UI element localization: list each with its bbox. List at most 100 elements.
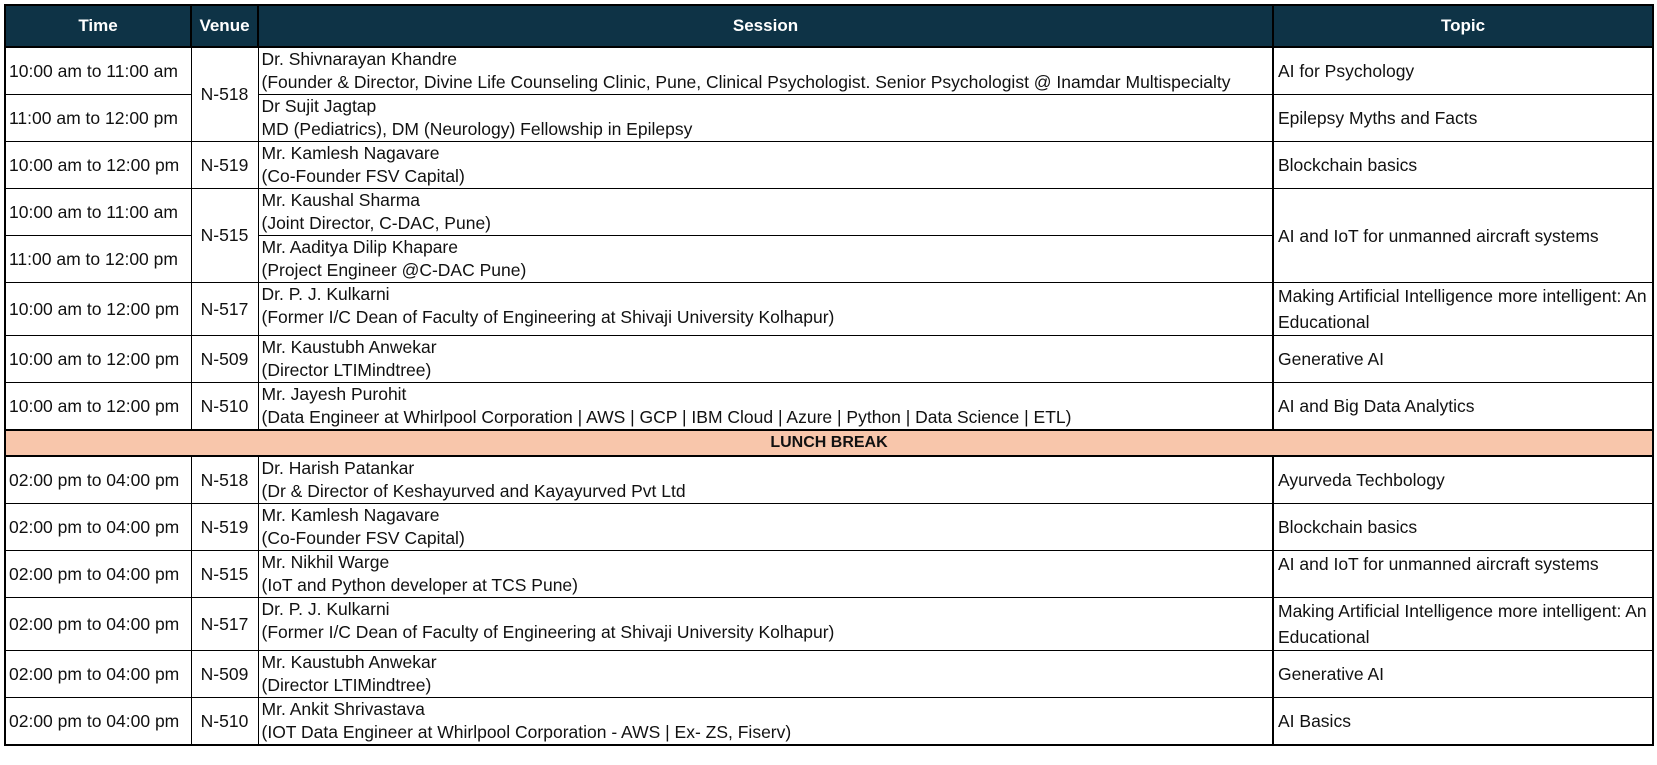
speaker-name: Mr. Kaustubh Anwekar bbox=[261, 337, 437, 357]
speaker-name: Dr Sujit Jagtap bbox=[261, 96, 377, 116]
speaker-name: Mr. Kamlesh Nagavare bbox=[261, 505, 440, 525]
speaker-affiliation: (Founder & Director, Divine Life Counsel… bbox=[261, 72, 1231, 92]
topic-cell: AI for Psychology bbox=[1272, 46, 1654, 95]
table-row: 02:00 pm to 04:00 pm N-515 Mr. Nikhil Wa… bbox=[4, 550, 1654, 598]
topic-cell: Generative AI bbox=[1272, 335, 1654, 383]
topic-cell: Ayurveda Techbology bbox=[1272, 455, 1654, 504]
speaker-name: Mr. Kaushal Sharma bbox=[261, 190, 421, 210]
speaker-affiliation: (Data Engineer at Whirlpool Corporation … bbox=[261, 407, 1072, 427]
column-header-time: Time bbox=[4, 4, 192, 48]
speaker-affiliation: (Director LTIMindtree) bbox=[261, 675, 432, 695]
venue-cell: N-517 bbox=[190, 597, 259, 651]
topic-cell: Generative AI bbox=[1272, 650, 1654, 698]
session-cell: Mr. Kaushal Sharma (Joint Director, C-DA… bbox=[257, 188, 1274, 236]
session-cell: Mr. Jayesh Purohit (Data Engineer at Whi… bbox=[257, 382, 1274, 431]
session-cell: Mr. Ankit Shrivastava (IOT Data Engineer… bbox=[257, 697, 1274, 746]
venue-cell: N-519 bbox=[190, 503, 259, 551]
venue-cell: N-510 bbox=[190, 382, 259, 431]
table-row: 10:00 am to 12:00 pm N-517 Dr. P. J. Kul… bbox=[4, 282, 1654, 336]
session-cell: Mr. Kamlesh Nagavare (Co-Founder FSV Cap… bbox=[257, 141, 1274, 189]
table-row: 02:00 pm to 04:00 pm N-517 Dr. P. J. Kul… bbox=[4, 597, 1654, 651]
topic-cell: Making Artificial Intelligence more inte… bbox=[1272, 597, 1654, 651]
time-cell: 10:00 am to 11:00 am bbox=[4, 188, 192, 236]
speaker-name: Mr. Aaditya Dilip Khapare bbox=[261, 237, 459, 257]
venue-cell: N-518 bbox=[190, 46, 259, 142]
session-cell: Mr. Kamlesh Nagavare (Co-Founder FSV Cap… bbox=[257, 503, 1274, 551]
speaker-name: Mr. Jayesh Purohit bbox=[261, 384, 407, 404]
table-row: 02:00 pm to 04:00 pm N-518 Dr. Harish Pa… bbox=[4, 455, 1654, 504]
speaker-name: Dr. P. J. Kulkarni bbox=[261, 599, 390, 619]
venue-cell: N-518 bbox=[190, 455, 259, 504]
header-row: Time Venue Session Topic bbox=[4, 4, 1654, 48]
table-row: 10:00 am to 11:00 am N-518 Dr. Shivnaray… bbox=[4, 46, 1654, 142]
session-cell: Mr. Kaustubh Anwekar (Director LTIMindtr… bbox=[257, 335, 1274, 383]
venue-cell: N-515 bbox=[190, 550, 259, 598]
topic-cell: AI and IoT for unmanned aircraft systems bbox=[1272, 550, 1654, 598]
session-cell: Dr. Harish Patankar (Dr & Director of Ke… bbox=[257, 455, 1274, 504]
topic-cell: Making Artificial Intelligence more inte… bbox=[1272, 282, 1654, 336]
speaker-affiliation: (IOT Data Engineer at Whirlpool Corporat… bbox=[261, 722, 792, 742]
time-cell: 02:00 pm to 04:00 pm bbox=[4, 550, 192, 598]
time-cell: 11:00 am to 12:00 pm bbox=[4, 235, 192, 283]
lunch-break-row: LUNCH BREAK bbox=[4, 429, 1654, 457]
table-row: 10:00 am to 12:00 pm N-509 Mr. Kaustubh … bbox=[4, 335, 1654, 383]
time-cell: 11:00 am to 12:00 pm bbox=[4, 94, 192, 142]
session-cell: Dr. P. J. Kulkarni (Former I/C Dean of F… bbox=[257, 597, 1274, 651]
speaker-affiliation: MD (Pediatrics), DM (Neurology) Fellowsh… bbox=[261, 119, 693, 139]
speaker-name: Mr. Kamlesh Nagavare bbox=[261, 143, 440, 163]
time-cell: 02:00 pm to 04:00 pm bbox=[4, 503, 192, 551]
time-cell: 10:00 am to 11:00 am bbox=[4, 46, 192, 95]
schedule-table: Time Venue Session Topic 10:00 am to 11:… bbox=[4, 4, 1654, 746]
venue-cell: N-519 bbox=[190, 141, 259, 189]
speaker-name: Mr. Ankit Shrivastava bbox=[261, 699, 425, 719]
topic-cell: AI Basics bbox=[1272, 697, 1654, 746]
lunch-break-label: LUNCH BREAK bbox=[4, 429, 1654, 457]
session-cell: Mr. Aaditya Dilip Khapare (Project Engin… bbox=[257, 235, 1274, 283]
speaker-affiliation: (Former I/C Dean of Faculty of Engineeri… bbox=[261, 307, 835, 327]
time-cell: 02:00 pm to 04:00 pm bbox=[4, 455, 192, 504]
session-cell: Mr. Kaustubh Anwekar (Director LTIMindtr… bbox=[257, 650, 1274, 698]
speaker-name: Dr. Shivnarayan Khandre bbox=[261, 49, 458, 69]
speaker-name: Dr. P. J. Kulkarni bbox=[261, 284, 390, 304]
topic-cell: AI and IoT for unmanned aircraft systems bbox=[1272, 188, 1654, 283]
session-cell: Mr. Nikhil Warge (IoT and Python develop… bbox=[257, 550, 1274, 598]
session-cell: Dr. P. J. Kulkarni (Former I/C Dean of F… bbox=[257, 282, 1274, 336]
table-row: 10:00 am to 12:00 pm N-510 Mr. Jayesh Pu… bbox=[4, 382, 1654, 431]
column-header-venue: Venue bbox=[190, 4, 259, 48]
time-cell: 10:00 am to 12:00 pm bbox=[4, 141, 192, 189]
table-row: 10:00 am to 12:00 pm N-519 Mr. Kamlesh N… bbox=[4, 141, 1654, 189]
column-header-topic: Topic bbox=[1272, 4, 1654, 48]
venue-cell: N-517 bbox=[190, 282, 259, 336]
speaker-affiliation: (Director LTIMindtree) bbox=[261, 360, 432, 380]
speaker-affiliation: (Joint Director, C-DAC, Pune) bbox=[261, 213, 492, 233]
time-cell: 10:00 am to 12:00 pm bbox=[4, 382, 192, 431]
speaker-name: Mr. Kaustubh Anwekar bbox=[261, 652, 437, 672]
topic-cell: Blockchain basics bbox=[1272, 141, 1654, 189]
topic-cell: AI and Big Data Analytics bbox=[1272, 382, 1654, 431]
session-cell: Dr. Shivnarayan Khandre (Founder & Direc… bbox=[257, 46, 1274, 95]
time-cell: 10:00 am to 12:00 pm bbox=[4, 282, 192, 336]
topic-cell: Blockchain basics bbox=[1272, 503, 1654, 551]
column-header-session: Session bbox=[257, 4, 1274, 48]
speaker-affiliation: (IoT and Python developer at TCS Pune) bbox=[261, 575, 579, 595]
session-cell: Dr Sujit Jagtap MD (Pediatrics), DM (Neu… bbox=[257, 94, 1274, 142]
speaker-affiliation: (Co-Founder FSV Capital) bbox=[261, 528, 465, 548]
speaker-name: Mr. Nikhil Warge bbox=[261, 552, 390, 572]
speaker-affiliation: (Co-Founder FSV Capital) bbox=[261, 166, 465, 186]
speaker-affiliation: (Project Engineer @C-DAC Pune) bbox=[261, 260, 527, 280]
time-cell: 02:00 pm to 04:00 pm bbox=[4, 650, 192, 698]
speaker-name: Dr. Harish Patankar bbox=[261, 458, 415, 478]
speaker-affiliation: (Dr & Director of Keshayurved and Kayayu… bbox=[261, 481, 686, 501]
venue-cell: N-515 bbox=[190, 188, 259, 283]
table-row: 10:00 am to 11:00 am N-515 Mr. Kaushal S… bbox=[4, 188, 1654, 283]
venue-cell: N-509 bbox=[190, 650, 259, 698]
table-row: 02:00 pm to 04:00 pm N-510 Mr. Ankit Shr… bbox=[4, 697, 1654, 746]
speaker-affiliation: (Former I/C Dean of Faculty of Engineeri… bbox=[261, 622, 835, 642]
time-cell: 02:00 pm to 04:00 pm bbox=[4, 597, 192, 651]
venue-cell: N-510 bbox=[190, 697, 259, 746]
table-row: 02:00 pm to 04:00 pm N-519 Mr. Kamlesh N… bbox=[4, 503, 1654, 551]
topic-cell: Epilepsy Myths and Facts bbox=[1272, 94, 1654, 142]
time-cell: 02:00 pm to 04:00 pm bbox=[4, 697, 192, 746]
table-row: 02:00 pm to 04:00 pm N-509 Mr. Kaustubh … bbox=[4, 650, 1654, 698]
time-cell: 10:00 am to 12:00 pm bbox=[4, 335, 192, 383]
